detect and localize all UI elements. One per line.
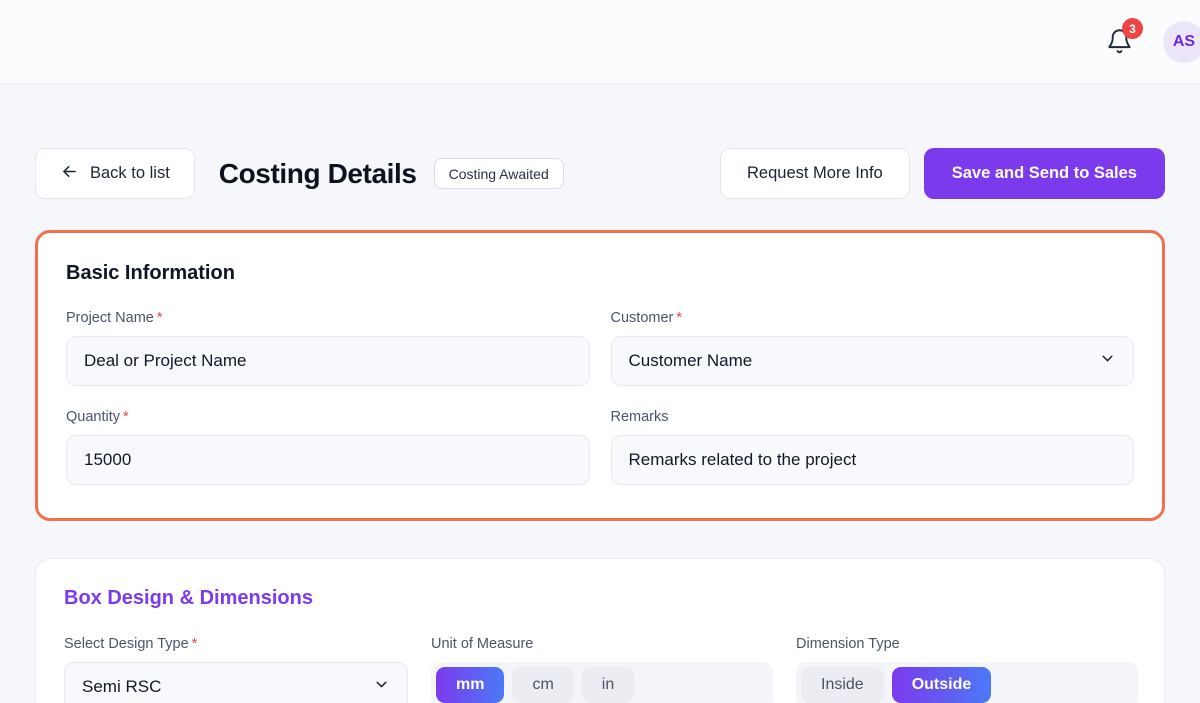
remarks-field-group: Remarks: [611, 409, 1135, 485]
box-design-form: Select Design Type* Semi RSC Unit of Mea…: [64, 636, 1136, 703]
page-title: Costing Details: [219, 158, 417, 190]
customer-select[interactable]: Customer Name: [611, 336, 1135, 386]
design-type-select-value: Semi RSC: [82, 677, 161, 697]
design-type-field-group: Select Design Type* Semi RSC: [64, 636, 408, 703]
dimension-type-field-group: Dimension Type Inside Outside: [796, 636, 1138, 703]
save-and-send-button[interactable]: Save and Send to Sales: [924, 148, 1165, 199]
unit-of-measure-segmented-control: mm cm in: [431, 662, 773, 703]
notifications-button[interactable]: 3: [1106, 28, 1133, 55]
request-more-info-button[interactable]: Request More Info: [720, 148, 910, 199]
basic-information-form: Project Name* Customer* Customer Name Qu…: [66, 310, 1134, 485]
required-asterisk: *: [157, 310, 163, 326]
unit-of-measure-field-group: Unit of Measure mm cm in: [431, 636, 773, 703]
unit-option-cm[interactable]: cm: [512, 667, 573, 703]
avatar[interactable]: AS: [1163, 21, 1200, 63]
unit-option-mm[interactable]: mm: [436, 667, 504, 703]
customer-select-value: Customer Name: [629, 351, 753, 371]
design-type-select[interactable]: Semi RSC: [64, 662, 408, 703]
box-design-card: Box Design & Dimensions Select Design Ty…: [35, 558, 1165, 703]
dimension-option-inside[interactable]: Inside: [801, 667, 884, 703]
required-asterisk: *: [123, 409, 129, 425]
design-type-label: Select Design Type*: [64, 636, 408, 652]
quantity-label: Quantity*: [66, 409, 590, 425]
project-name-input[interactable]: [66, 336, 590, 386]
back-to-list-button[interactable]: Back to list: [35, 148, 195, 199]
customer-field-group: Customer* Customer Name: [611, 310, 1135, 386]
notification-count-badge: 3: [1122, 18, 1143, 39]
back-to-list-label: Back to list: [90, 164, 170, 183]
unit-of-measure-label: Unit of Measure: [431, 636, 773, 652]
remarks-label: Remarks: [611, 409, 1135, 425]
required-asterisk: *: [676, 310, 682, 326]
basic-information-title: Basic Information: [66, 262, 1134, 285]
project-name-field-group: Project Name*: [66, 310, 590, 386]
page-header: Back to list Costing Details Costing Awa…: [35, 148, 1165, 199]
basic-information-card: Basic Information Project Name* Customer…: [35, 230, 1165, 521]
customer-label: Customer*: [611, 310, 1135, 326]
dimension-option-outside[interactable]: Outside: [892, 667, 992, 703]
chevron-down-icon: [1099, 350, 1116, 372]
quantity-input[interactable]: [66, 435, 590, 485]
unit-option-in[interactable]: in: [582, 667, 634, 703]
status-badge: Costing Awaited: [434, 158, 564, 189]
project-name-label: Project Name*: [66, 310, 590, 326]
arrow-left-icon: [60, 162, 79, 186]
dimension-type-label: Dimension Type: [796, 636, 1138, 652]
top-bar: 3 AS: [0, 0, 1200, 84]
required-asterisk: *: [192, 636, 198, 652]
chevron-down-icon: [373, 676, 390, 698]
box-design-title: Box Design & Dimensions: [64, 587, 1136, 610]
quantity-field-group: Quantity*: [66, 409, 590, 485]
dimension-type-segmented-control: Inside Outside: [796, 662, 1138, 703]
remarks-input[interactable]: [611, 435, 1135, 485]
